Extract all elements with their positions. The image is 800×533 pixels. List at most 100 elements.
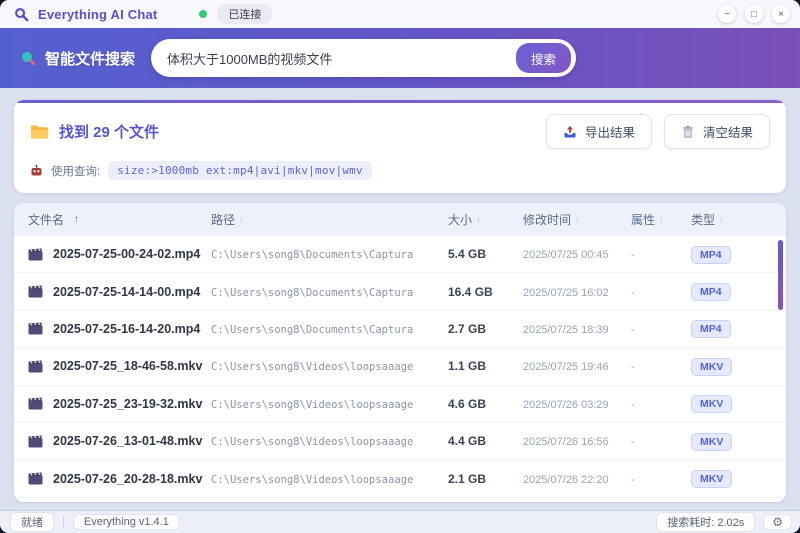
video-file-icon	[28, 397, 43, 410]
search-box: 搜索	[151, 39, 577, 77]
column-header-modified[interactable]: 修改时间 ↕	[523, 211, 631, 228]
file-attr: -	[631, 473, 635, 486]
table-row[interactable]: 2025-07-26_20-28-18.mkv C:\Users\song8\V…	[14, 460, 786, 498]
main-content: 找到 29 个文件 导出结果 清空结果 使用查询: size:>1000mb e…	[0, 88, 800, 510]
file-name: 2025-07-25-16-14-20.mp4	[53, 321, 201, 336]
video-file-icon	[28, 248, 43, 261]
file-name: 2025-07-25-14-14-00.mp4	[53, 284, 201, 299]
sort-idle-icon: ↕	[659, 214, 664, 225]
file-type-badge: MKV	[691, 470, 733, 489]
results-table: 文件名 ↑ 路径 ↕ 大小 ↕ 修改时间 ↕ 属性 ↕ 类型 ↕ 2025-07…	[14, 203, 786, 502]
connected-dot-icon	[199, 10, 208, 18]
file-attr: -	[631, 361, 635, 374]
file-name: 2025-07-26_20-28-18.mkv	[53, 471, 203, 486]
video-file-icon	[28, 285, 43, 298]
table-row[interactable]: 2025-07-25-16-14-20.mp4 C:\Users\song8\D…	[14, 311, 786, 349]
video-file-icon	[28, 472, 43, 485]
file-name: 2025-07-25-00-24-02.mp4	[53, 247, 201, 262]
table-row[interactable]: 2025-07-25-00-24-02.mp4 C:\Users\song8\D…	[14, 236, 786, 274]
robot-icon	[31, 164, 42, 175]
search-input[interactable]	[167, 50, 516, 66]
file-type-badge: MP4	[691, 320, 731, 339]
column-header-filename[interactable]: 文件名 ↑	[14, 211, 211, 228]
file-type-badge: MP4	[691, 245, 731, 264]
file-name: 2025-07-26_13-01-48.mkv	[53, 434, 203, 449]
file-attr: -	[631, 398, 635, 411]
file-size: 16.4 GB	[448, 284, 493, 299]
file-type-badge: MKV	[691, 432, 733, 451]
column-header-size[interactable]: 大小 ↕	[448, 211, 523, 228]
file-modified: 2025/07/26 03:29	[523, 398, 609, 411]
column-header-type-label: 类型	[691, 213, 716, 227]
found-files-wrap: 找到 29 个文件	[30, 121, 159, 142]
export-results-button[interactable]: 导出结果	[545, 114, 652, 149]
status-divider: |	[62, 516, 65, 528]
file-size: 1.1 GB	[448, 359, 487, 374]
column-header-path-label: 路径	[211, 213, 236, 227]
file-type-badge: MKV	[691, 357, 733, 376]
used-query-row: 使用查询: size:>1000mb ext:mp4|avi|mkv|mov|w…	[30, 161, 770, 180]
used-query-label: 使用查询:	[51, 165, 101, 178]
maximize-button[interactable]: □	[745, 5, 763, 23]
title-bar: Everything AI Chat 已连接 − □ ×	[0, 0, 800, 28]
search-elapsed-time: 搜索耗时: 2.02s	[656, 512, 756, 532]
file-attr: -	[631, 286, 635, 299]
file-path: C:\Users\song8\Videos\loopsaaage	[211, 361, 414, 374]
file-path: C:\Users\song8\Videos\loopsaaage	[211, 398, 414, 411]
file-modified: 2025/07/25 00:45	[523, 249, 609, 262]
video-file-icon	[28, 435, 43, 448]
file-name: 2025-07-25_18-46-58.mkv	[53, 359, 203, 374]
file-path: C:\Users\song8\Videos\loopsaaage	[211, 473, 414, 486]
search-header: 智能文件搜索 搜索	[0, 28, 800, 88]
close-button[interactable]: ×	[772, 5, 790, 23]
file-path: C:\Users\song8\Documents\Captura	[211, 323, 414, 336]
table-row[interactable]: 2025-07-25-14-14-00.mp4 C:\Users\song8\D…	[14, 273, 786, 311]
file-size: 4.4 GB	[448, 434, 487, 449]
search-button[interactable]: 搜索	[516, 43, 572, 73]
search-magnifier-icon	[22, 52, 36, 66]
file-attr: -	[631, 249, 635, 262]
column-header-path[interactable]: 路径 ↕	[211, 211, 448, 228]
file-attr: -	[631, 323, 635, 336]
sort-ascending-icon: ↑	[74, 214, 80, 225]
table-header-row: 文件名 ↑ 路径 ↕ 大小 ↕ 修改时间 ↕ 属性 ↕ 类型 ↕	[14, 203, 786, 236]
export-icon	[564, 125, 576, 137]
sort-idle-icon: ↕	[719, 214, 724, 225]
export-results-label: 导出结果	[584, 126, 635, 140]
app-logo-magnifier-icon	[15, 7, 29, 21]
trash-icon	[682, 125, 693, 138]
column-header-modified-label: 修改时间	[523, 213, 572, 227]
settings-gear-icon[interactable]: ⚙	[763, 514, 792, 530]
smart-search-label: 智能文件搜索	[45, 50, 136, 68]
app-title: Everything AI Chat	[38, 6, 158, 22]
file-modified: 2025/07/25 19:46	[523, 361, 609, 374]
folder-icon	[30, 124, 49, 139]
table-body: 2025-07-25-00-24-02.mp4 C:\Users\song8\D…	[14, 236, 786, 498]
video-file-icon	[28, 360, 43, 373]
everything-version: Everything v1.4.1	[72, 514, 180, 530]
ready-status: 就绪	[10, 512, 54, 532]
sort-idle-icon: ↕	[476, 214, 481, 225]
sort-idle-icon: ↕	[575, 214, 580, 225]
file-path: C:\Users\song8\Documents\Captura	[211, 249, 414, 262]
file-type-badge: MP4	[691, 283, 731, 302]
column-header-filename-label: 文件名	[28, 213, 65, 227]
table-row[interactable]: 2025-07-25_18-46-58.mkv C:\Users\song8\V…	[14, 348, 786, 386]
file-attr: -	[631, 436, 635, 449]
sort-idle-icon: ↕	[239, 214, 244, 225]
status-bar: 就绪 | Everything v1.4.1 搜索耗时: 2.02s ⚙	[0, 510, 800, 533]
minimize-button[interactable]: −	[718, 5, 736, 23]
table-row[interactable]: 2025-07-25_23-19-32.mkv C:\Users\song8\V…	[14, 386, 786, 423]
column-header-attr[interactable]: 属性 ↕	[631, 211, 691, 228]
found-files-count: 找到 29 个文件	[59, 124, 160, 141]
column-header-attr-label: 属性	[631, 213, 656, 227]
table-row[interactable]: 2025-07-26_13-01-48.mkv C:\Users\song8\V…	[14, 423, 786, 461]
app-window: Everything AI Chat 已连接 − □ × 智能文件搜索 搜索	[0, 0, 800, 533]
clear-results-button[interactable]: 清空结果	[663, 114, 770, 149]
column-header-type[interactable]: 类型 ↕	[691, 211, 771, 228]
table-scrollbar-thumb[interactable]	[778, 240, 783, 310]
clear-results-label: 清空结果	[702, 126, 753, 140]
file-modified: 2025/07/26 22:20	[523, 473, 609, 486]
column-header-size-label: 大小	[448, 213, 473, 227]
file-size: 2.7 GB	[448, 321, 487, 336]
